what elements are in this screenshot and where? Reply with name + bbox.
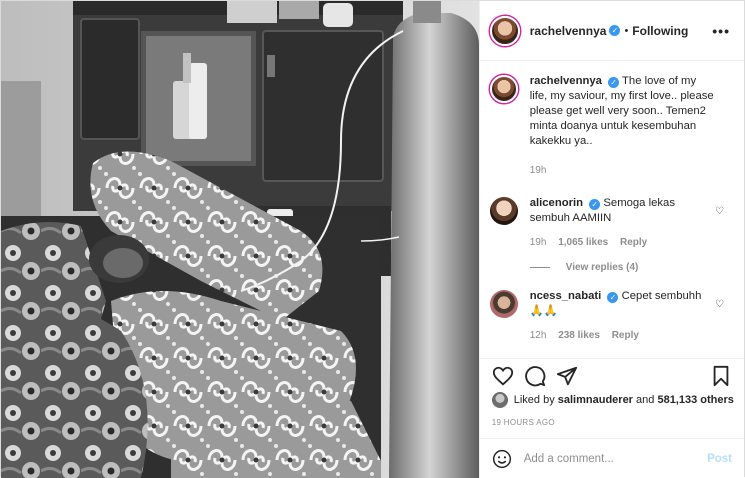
post-image-grayscale (1, 1, 479, 478)
more-options-icon[interactable]: ••• (712, 23, 730, 39)
liker-avatar[interactable] (491, 392, 508, 408)
comment-input[interactable] (523, 452, 708, 465)
share-icon[interactable] (556, 365, 578, 387)
caption-time[interactable]: 19h (530, 165, 547, 176)
comment-likes[interactable]: 1,065 likes (558, 237, 608, 248)
likes-and: and (636, 394, 655, 406)
author-username[interactable]: rachelvennya (530, 24, 607, 38)
caption-username[interactable]: rachelvennya (530, 75, 602, 87)
likes-summary: Liked by salimnauderer and 581,133 other… (491, 392, 734, 408)
view-replies[interactable]: View replies (4) (529, 262, 730, 273)
post-photo[interactable] (1, 1, 479, 478)
reply-button[interactable]: Reply (620, 237, 647, 248)
comment-like-heart-icon[interactable]: ♡ (715, 206, 724, 217)
comment-item: alicenorin ✓ Semoga lekas sembuh AAMIIN … (489, 196, 730, 250)
commenter-avatar[interactable] (489, 290, 518, 318)
comment-likes[interactable]: 238 likes (558, 330, 600, 341)
liker-username[interactable]: salimnauderer (558, 394, 633, 406)
commenter-avatar[interactable] (489, 197, 518, 225)
comments-list[interactable]: rachelvennya ✓ The love of my life, my s… (480, 62, 744, 357)
comment-time[interactable]: 19h (530, 237, 547, 248)
comment-item: ncess_nabati ✓ Cepet sembuhh 🙏🙏 12h 238 … (489, 289, 730, 343)
replies-line (529, 267, 550, 268)
comment-time[interactable]: 12h (530, 330, 547, 341)
post-header: rachelvennya ✓ • Following ••• (479, 1, 744, 61)
likes-prefix: Liked by (513, 394, 555, 406)
caption-avatar[interactable] (489, 75, 518, 103)
author-avatar[interactable] (489, 15, 520, 46)
instagram-post: rachelvennya ✓ • Following ••• rachelven… (0, 0, 745, 478)
heart-icon[interactable] (492, 365, 514, 387)
verified-badge-icon: ✓ (589, 199, 601, 210)
verified-badge-icon: ✓ (607, 292, 619, 303)
bookmark-icon[interactable] (710, 365, 732, 387)
verified-badge-icon: ✓ (608, 77, 620, 88)
likes-others[interactable]: 581,133 others (657, 394, 733, 406)
view-replies-label[interactable]: View replies (4) (566, 262, 639, 273)
reply-button[interactable]: Reply (612, 330, 639, 341)
comment-icon[interactable] (524, 365, 546, 387)
post-sidebar: rachelvennya ✓ • Following ••• rachelven… (478, 1, 744, 478)
commenter-username[interactable]: ncess_nabati (530, 290, 602, 302)
add-comment-bar: Post (479, 438, 744, 478)
verified-badge-icon: ✓ (609, 25, 621, 36)
post-comment-button[interactable]: Post (707, 453, 732, 465)
comment-like-heart-icon[interactable]: ♡ (715, 299, 724, 310)
separator-dot: • (624, 24, 629, 37)
post-timestamp[interactable]: 19 HOURS AGO (492, 418, 555, 427)
action-bar (479, 358, 744, 392)
caption: rachelvennya ✓ The love of my life, my s… (489, 74, 730, 178)
emoji-icon[interactable] (492, 449, 512, 469)
commenter-username[interactable]: alicenorin (530, 197, 583, 209)
following-button[interactable]: Following (632, 24, 688, 38)
